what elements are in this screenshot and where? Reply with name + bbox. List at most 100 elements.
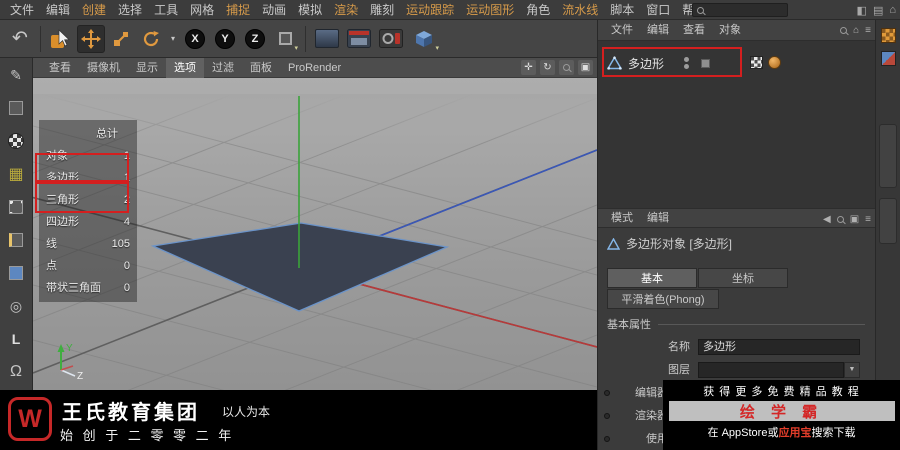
move-tool-button[interactable]	[77, 24, 105, 53]
pen-tool-button[interactable]: ✎	[3, 62, 29, 88]
dock-tab-2[interactable]	[879, 198, 897, 244]
coordinate-system-button[interactable]: ▾	[271, 25, 299, 53]
texture-mode-button[interactable]	[3, 128, 29, 154]
object-row-polygon[interactable]: 多边形	[607, 52, 711, 74]
menu-sculpt[interactable]: 雕刻	[364, 0, 400, 20]
y-axis-lock-button[interactable]: Y	[211, 25, 239, 53]
vp-menu-filter[interactable]: 过滤	[204, 58, 242, 78]
home-icon[interactable]: ⌂	[853, 25, 859, 36]
layout-icon[interactable]: ◧	[857, 4, 867, 17]
x-axis-lock-button[interactable]: X	[181, 25, 209, 53]
menu-render[interactable]: 渲染	[328, 0, 364, 20]
edges-mode-button[interactable]	[3, 227, 29, 253]
om-menu-edit[interactable]: 编辑	[640, 20, 676, 41]
zoom-view-icon[interactable]	[559, 60, 574, 75]
vp-menu-display[interactable]: 显示	[128, 58, 166, 78]
live-selection-tool-button[interactable]	[47, 25, 75, 53]
stats-row-tristrips: 带状三角面 0	[46, 282, 130, 294]
model-mode-button[interactable]	[3, 95, 29, 121]
search-icon	[697, 6, 704, 14]
am-menu-mode[interactable]: 模式	[604, 208, 640, 229]
menu-tools[interactable]: 工具	[148, 0, 184, 20]
menu-pipeline[interactable]: 流水线	[556, 0, 604, 20]
toggle-view-icon[interactable]: ▣	[578, 60, 593, 75]
command-search-input[interactable]	[692, 3, 788, 17]
search-icon[interactable]	[840, 27, 848, 34]
vp-menu-view[interactable]: 查看	[41, 58, 79, 78]
vp-menu-prorender[interactable]: ProRender	[280, 58, 349, 78]
tab-coordinates[interactable]: 坐标	[698, 268, 788, 288]
menu-snap[interactable]: 捕捉	[220, 0, 256, 20]
om-toolbar-icons: ⌂ ≡	[840, 20, 871, 41]
live-selection-icon	[51, 28, 70, 48]
menu-mograph[interactable]: 运动图形	[460, 0, 520, 20]
primitive-cube-button[interactable]: ▾	[408, 25, 440, 53]
menu-mesh[interactable]: 网格	[184, 0, 220, 20]
object-name[interactable]: 多边形	[628, 55, 664, 72]
back-icon[interactable]: ◀	[823, 214, 831, 225]
render-settings-button[interactable]	[376, 25, 406, 53]
visibility-dots-icon[interactable]	[684, 57, 690, 69]
om-menu-view[interactable]: 查看	[676, 20, 712, 41]
dock-tab-1[interactable]	[879, 124, 897, 188]
uvw-tag-icon[interactable]	[750, 56, 763, 69]
menu-motion-tracker[interactable]: 运动跟踪	[400, 0, 460, 20]
orbit-view-icon[interactable]: ↻	[540, 60, 555, 75]
list-icon[interactable]: ≡	[865, 214, 871, 225]
menu-file[interactable]: 文件	[4, 0, 40, 20]
tab-basic[interactable]: 基本	[607, 268, 697, 288]
tool-history-dropdown-button[interactable]: ▾	[167, 25, 179, 53]
coordinate-system-icon	[278, 32, 292, 45]
points-mode-button[interactable]	[3, 194, 29, 220]
search-icon[interactable]	[836, 216, 844, 223]
am-toolbar-icons: ◀ ▣ ≡	[823, 209, 871, 230]
undo-button[interactable]: ↶	[6, 25, 34, 53]
brand-founded-line: 始 创 于 二 零 零 二 年	[60, 428, 235, 443]
phong-tag-icon[interactable]	[768, 56, 781, 69]
z-axis-lock-button[interactable]: Z	[241, 25, 269, 53]
object-manager-list[interactable]: 多边形	[598, 41, 876, 208]
magnet-tool-button[interactable]: Ω	[3, 359, 29, 385]
grid-icon[interactable]: ▣	[850, 214, 859, 225]
menu-character[interactable]: 角色	[520, 0, 556, 20]
edges-cube-icon	[9, 233, 23, 247]
menu-animate[interactable]: 动画	[256, 0, 292, 20]
material-dock-icon[interactable]	[880, 28, 896, 43]
y-axis-label: Y	[215, 28, 235, 49]
promo-highlight: 应用宝	[778, 427, 812, 439]
layer-dropdown[interactable]: ▼	[698, 362, 860, 378]
panel-icon[interactable]: ▤	[873, 4, 883, 17]
render-view-button[interactable]	[312, 25, 342, 53]
axis-modify-button[interactable]: L	[3, 326, 29, 352]
enable-toggle-icon[interactable]	[701, 58, 711, 68]
menu-window[interactable]: 窗口	[640, 0, 676, 20]
om-menu-file[interactable]: 文件	[604, 20, 640, 41]
scale-tool-button[interactable]	[107, 25, 135, 53]
stats-row-polygons: 多边形 1	[46, 172, 130, 184]
texture-axis-button[interactable]: ◎	[3, 293, 29, 319]
vp-menu-panel[interactable]: 面板	[242, 58, 280, 78]
render-to-picture-viewer-button[interactable]	[344, 25, 374, 53]
menu-create[interactable]: 创建	[76, 0, 112, 20]
home-icon[interactable]: ⌂	[889, 4, 896, 16]
tab-phong[interactable]: 平滑着色(Phong)	[607, 289, 719, 309]
rotate-tool-button[interactable]	[137, 25, 165, 53]
dropdown-mark-icon: ▾	[435, 44, 439, 52]
vp-menu-cameras[interactable]: 摄像机	[79, 58, 128, 78]
list-icon[interactable]: ≡	[865, 25, 871, 36]
workplane-button[interactable]: ▦	[3, 161, 29, 187]
om-menu-objects[interactable]: 对象	[712, 20, 748, 41]
polygons-mode-button[interactable]	[3, 260, 29, 286]
menu-select[interactable]: 选择	[112, 0, 148, 20]
move-icon	[81, 28, 101, 49]
chevron-down-icon[interactable]: ▼	[844, 362, 860, 378]
menu-simulate[interactable]: 模拟	[292, 0, 328, 20]
menu-script[interactable]: 脚本	[604, 0, 640, 20]
browser-dock-icon[interactable]	[880, 51, 896, 66]
pan-view-icon[interactable]: ✛	[521, 60, 536, 75]
name-input[interactable]: 多边形	[698, 339, 860, 355]
vp-menu-options[interactable]: 选项	[166, 57, 204, 78]
am-menu-edit[interactable]: 编辑	[640, 208, 676, 229]
viewport-statistics-hud: 总计 对象 1 多边形 1 三角形 2 四边形 4 线 105 点0 带状三角面 0	[39, 120, 137, 302]
menu-edit[interactable]: 编辑	[40, 0, 76, 20]
